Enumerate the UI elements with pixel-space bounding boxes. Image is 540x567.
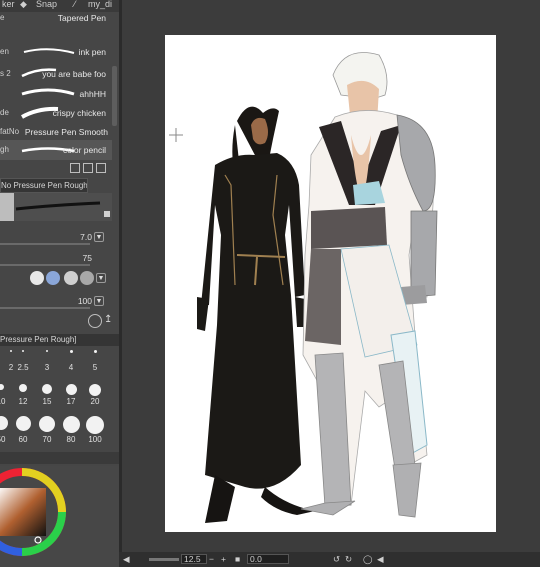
- stroke-preview-icon: [23, 48, 75, 54]
- character-white-armored: [300, 52, 438, 518]
- brush-abbr: gh: [0, 145, 9, 154]
- brush-list-scrollbar[interactable]: [112, 66, 117, 126]
- brush-tip-selector: ▼: [0, 268, 112, 288]
- brush-item-selected[interactable]: gh color pencil: [0, 140, 112, 160]
- size-item[interactable]: 2.5: [12, 348, 34, 372]
- zoom-slider[interactable]: [149, 558, 179, 561]
- brush-size-tab[interactable]: Pressure Pen Rough]: [0, 334, 119, 346]
- brush-item[interactable]: en ink pen: [0, 42, 112, 62]
- opacity-slider[interactable]: 75: [0, 253, 92, 267]
- opacity-value: 75: [82, 253, 92, 263]
- brush-size-tab-label: Pressure Pen Rough]: [0, 335, 77, 344]
- size-item[interactable]: 50: [0, 414, 12, 444]
- character-dark-robed: [197, 106, 315, 523]
- size-item[interactable]: 4: [60, 348, 82, 372]
- size-item[interactable]: 17: [60, 382, 82, 406]
- panel-separator[interactable]: [119, 0, 122, 567]
- angle-field[interactable]: 0.0: [247, 554, 289, 564]
- stroke-preview-icon: [21, 88, 75, 96]
- zoom-field[interactable]: 12.5: [181, 554, 207, 564]
- brush-abbr: en: [0, 47, 9, 56]
- tool-property-tab-label: No Pressure Pen Rough: [1, 181, 88, 190]
- brush-name: Tapered Pen: [57, 13, 106, 23]
- brush-name: you are babe foo: [42, 69, 106, 79]
- brush-name: ink pen: [78, 47, 106, 57]
- brush-abbr: fatNo: [0, 127, 20, 136]
- brush-item[interactable]: e Tapered Pen: [0, 8, 112, 28]
- brush-size-grid: 2 2.5 3 4 5 10 12 15 17 20 50 60 70 80 1…: [0, 348, 112, 448]
- brush-list-actions: [70, 160, 118, 173]
- panel-toolbar-row: [0, 452, 119, 464]
- opacity-track: [0, 264, 90, 266]
- reset-rotation-icon[interactable]: ◯: [363, 554, 373, 565]
- tip-soft-icon[interactable]: [64, 271, 78, 285]
- brush-list: e Tapered Pen en ink pen s 2 you are bab…: [0, 13, 117, 160]
- brush-item[interactable]: ahhHH: [0, 84, 112, 104]
- size-item[interactable]: 3: [36, 348, 58, 372]
- wrench-icon[interactable]: ↥: [104, 314, 112, 325]
- color-wheel-icon[interactable]: [0, 466, 68, 558]
- brush-name: color pencil: [63, 145, 106, 155]
- brush-name: Pressure Pen Smooth: [24, 127, 108, 137]
- brush-size-value: 7.0: [80, 232, 92, 242]
- drawing-canvas[interactable]: [165, 35, 496, 532]
- brush-thumbnail: [0, 193, 14, 221]
- stroke-preview-icon: [15, 201, 101, 211]
- duplicate-icon[interactable]: [83, 163, 93, 173]
- brush-item[interactable]: fatNo Pressure Pen Smooth: [0, 122, 112, 142]
- left-panel: ker ◆ Snap ⁄ my_di e Tapered Pen en ink …: [0, 0, 119, 567]
- tip-blur-icon[interactable]: [80, 271, 94, 285]
- settings-icon[interactable]: [88, 314, 102, 328]
- rotate-right-icon[interactable]: ↻: [345, 554, 352, 565]
- brush-abbr: s 2: [0, 69, 11, 78]
- chevron-down-icon[interactable]: ▼: [94, 232, 104, 242]
- size-item[interactable]: 10: [0, 382, 12, 406]
- size-item[interactable]: 60: [12, 414, 34, 444]
- brush-name: crispy chicken: [52, 108, 106, 118]
- status-bar: ◀ 12.5 − + ■ 0.0 ↺ ↻ ◯ ◀: [119, 552, 540, 567]
- artwork-illustration: [169, 52, 438, 523]
- scroll-right-icon[interactable]: ◀: [377, 554, 384, 565]
- brush-abbr: de: [0, 108, 9, 117]
- size-item[interactable]: 80: [60, 414, 82, 444]
- size-item[interactable]: 70: [36, 414, 58, 444]
- tip-round-icon[interactable]: [46, 271, 60, 285]
- brush-size-track: [0, 243, 90, 245]
- chevron-down-icon[interactable]: ▼: [96, 273, 106, 283]
- brush-name: ahhHH: [79, 89, 106, 99]
- zoom-in-icon[interactable]: +: [221, 554, 226, 564]
- rotate-left-icon[interactable]: ↺: [333, 554, 340, 565]
- brush-size-slider[interactable]: 7.0: [0, 232, 92, 246]
- size-item[interactable]: 100: [84, 414, 106, 444]
- scroll-left-icon[interactable]: ◀: [123, 554, 130, 565]
- brush-item[interactable]: de crispy chicken: [0, 103, 112, 123]
- size-item[interactable]: 12: [12, 382, 34, 406]
- import-icon[interactable]: [70, 163, 80, 173]
- lock-icon[interactable]: [104, 211, 110, 217]
- density-slider[interactable]: 100: [0, 296, 92, 310]
- trash-icon[interactable]: [96, 163, 106, 173]
- density-value: 100: [77, 296, 92, 306]
- chevron-down-icon[interactable]: ▼: [94, 296, 104, 306]
- crosshair-cursor-icon: [169, 128, 183, 142]
- size-item[interactable]: 5: [84, 348, 106, 372]
- tool-property-tab[interactable]: No Pressure Pen Rough: [0, 178, 88, 193]
- brush-item[interactable]: s 2 you are babe foo: [0, 64, 112, 84]
- tool-property-stroke: [0, 193, 112, 221]
- tip-gear-icon[interactable]: [30, 271, 44, 285]
- zoom-out-icon[interactable]: −: [209, 554, 214, 564]
- size-item[interactable]: 20: [84, 382, 106, 406]
- fit-icon[interactable]: ■: [235, 554, 240, 564]
- density-track: [0, 307, 90, 309]
- color-wheel-panel: [0, 466, 119, 567]
- size-item[interactable]: 15: [36, 382, 58, 406]
- brush-abbr: e: [0, 13, 5, 22]
